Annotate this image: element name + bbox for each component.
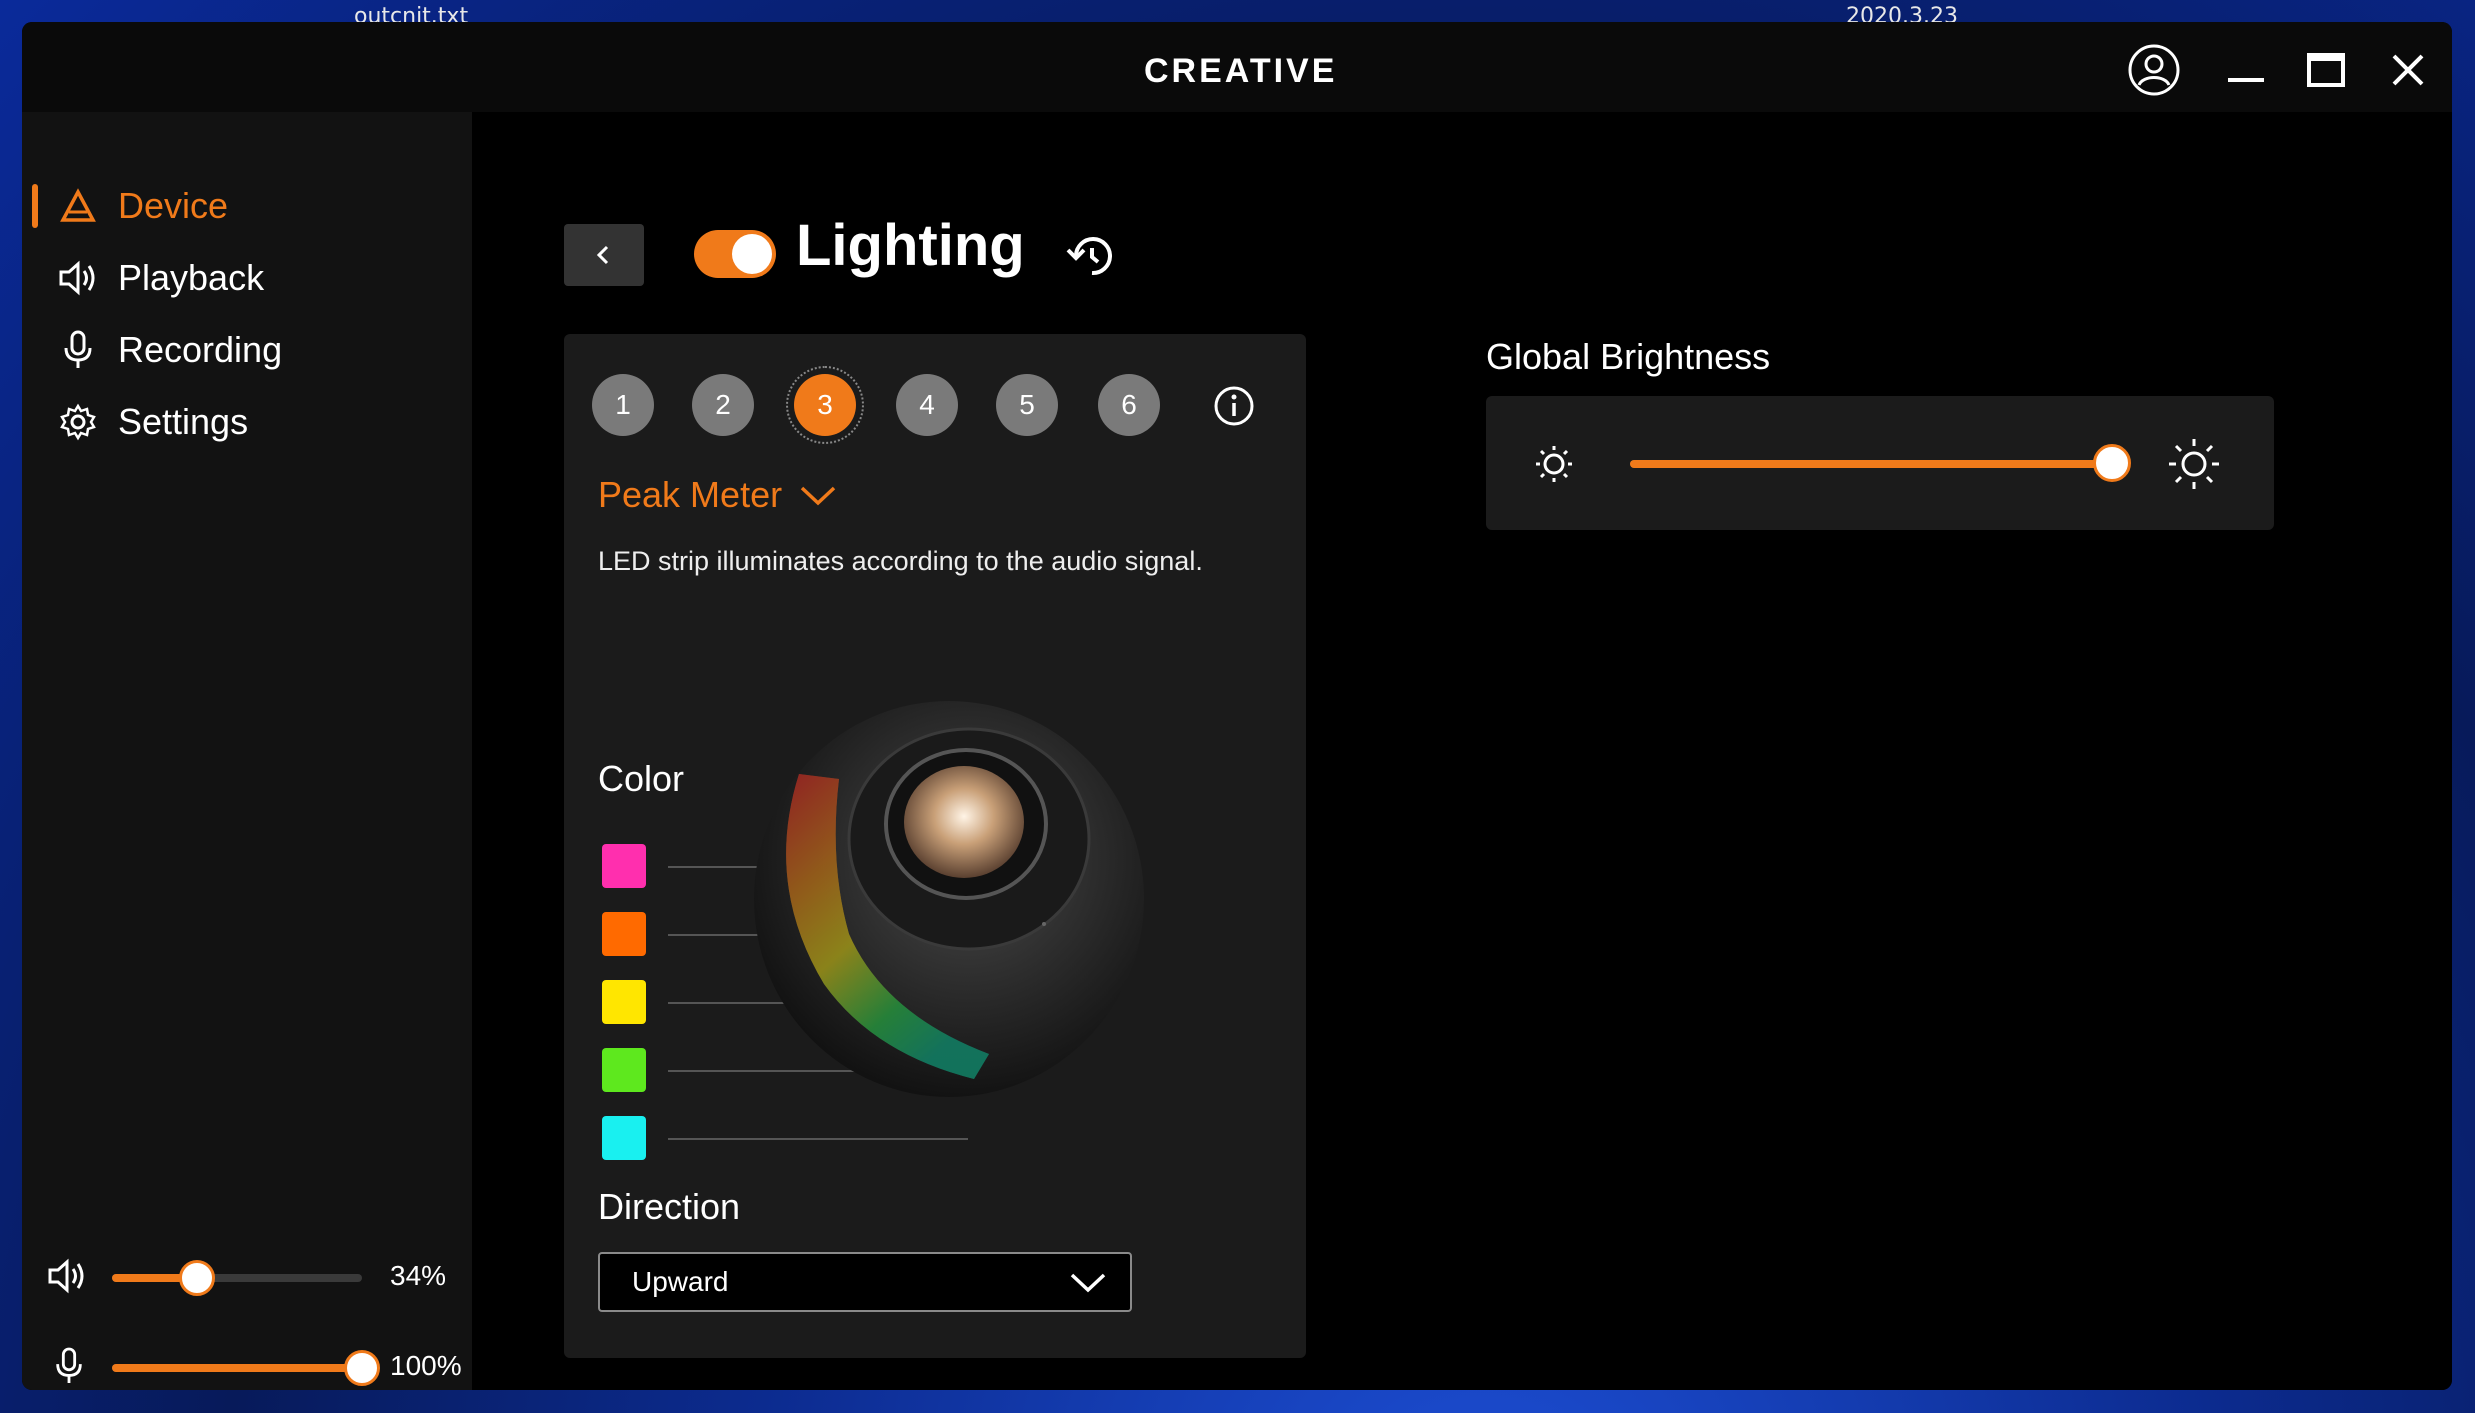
page-title: Lighting: [796, 213, 1025, 278]
brightness-label: Global Brightness: [1486, 336, 1771, 377]
account-button[interactable]: [2126, 42, 2182, 98]
brightness-slider-thumb[interactable]: [2093, 444, 2131, 482]
account-icon: [2128, 44, 2180, 96]
brightness-low-icon: [1536, 446, 1572, 482]
sidebar-item-label: Settings: [118, 401, 249, 442]
reset-icon[interactable]: [1062, 226, 1122, 286]
active-nav-indicator: [32, 184, 38, 228]
lighting-toggle[interactable]: [694, 230, 776, 278]
mic-value: 100%: [390, 1350, 462, 1381]
preset-5[interactable]: 5: [996, 374, 1058, 436]
preset-4[interactable]: 4: [896, 374, 958, 436]
sidebar-item-device[interactable]: Device: [58, 176, 228, 236]
brightness-slider[interactable]: [1630, 444, 2131, 482]
brightness-high-icon: [2169, 439, 2219, 489]
title-bar: CREATIVE: [22, 22, 2452, 112]
close-icon: [2392, 54, 2424, 86]
brand-logo: CREATIVE: [1144, 52, 1338, 90]
chevron-down-icon: [800, 486, 836, 506]
toggle-knob: [732, 234, 772, 274]
color-swatch-5[interactable]: [602, 1116, 646, 1160]
color-swatch-2[interactable]: [602, 912, 646, 956]
effect-label: Peak Meter: [598, 474, 783, 515]
maximize-icon: [2307, 53, 2345, 87]
desktop-clock-date: 2020.3.23: [1846, 4, 1958, 22]
direction-label: Direction: [598, 1186, 741, 1227]
volume-slider[interactable]: [112, 1260, 362, 1296]
speaker-image: [754, 701, 1144, 1097]
mic-level-icon: [52, 1346, 86, 1390]
mic-slider-fill: [112, 1364, 362, 1372]
sidebar-item-settings[interactable]: Settings: [58, 392, 248, 452]
gear-icon: [58, 402, 98, 442]
volume-value: 34%: [390, 1260, 447, 1291]
sidebar-item-label: Device: [118, 185, 229, 226]
direction-select-value: Upward: [632, 1266, 729, 1297]
device-icon: [58, 186, 98, 226]
maximize-button[interactable]: [2298, 42, 2354, 98]
microphone-icon: [58, 330, 98, 370]
main-content: Lighting 1 2 3 4 5 6 Peak Meter LED stri…: [472, 112, 2452, 1390]
desktop-file-label: outcnit.txt: [354, 4, 469, 22]
volume-slider-thumb[interactable]: [179, 1260, 215, 1296]
preset-2[interactable]: 2: [692, 374, 754, 436]
color-swatch-3[interactable]: [602, 980, 646, 1024]
sidebar: Device Playback Recording Settings 34% 1…: [22, 112, 472, 1390]
effect-description: LED strip illuminates according to the a…: [598, 546, 1203, 576]
app-window: CREATIVE Device Playback Recording Setti…: [22, 22, 2452, 1390]
preset-6[interactable]: 6: [1098, 374, 1160, 436]
back-button[interactable]: [564, 224, 644, 286]
sidebar-item-playback[interactable]: Playback: [58, 248, 264, 308]
color-label: Color: [598, 758, 685, 799]
color-swatch-1[interactable]: [602, 844, 646, 888]
sidebar-item-label: Recording: [118, 329, 283, 370]
brightness-panel: [1486, 396, 2274, 530]
minimize-icon: [2228, 78, 2264, 82]
mic-slider-thumb[interactable]: [344, 1350, 380, 1386]
minimize-button[interactable]: [2218, 42, 2274, 98]
effect-dropdown[interactable]: Peak Meter: [598, 474, 838, 516]
preset-3[interactable]: 3: [786, 366, 864, 444]
preset-1[interactable]: 1: [592, 374, 654, 436]
close-button[interactable]: [2380, 42, 2436, 98]
lighting-panel: 1 2 3 4 5 6 Peak Meter LED strip illumin…: [564, 334, 1306, 1358]
leader-line: [668, 1138, 968, 1140]
speaker-icon: [58, 258, 98, 298]
mic-slider[interactable]: [112, 1350, 380, 1386]
direction-select[interactable]: Upward: [598, 1252, 1132, 1312]
volume-icon: [46, 1258, 88, 1298]
info-icon[interactable]: [1212, 384, 1256, 428]
chevron-down-icon: [1070, 1273, 1106, 1293]
sidebar-item-label: Playback: [118, 257, 265, 298]
chevron-left-icon: [596, 245, 609, 265]
sidebar-item-recording[interactable]: Recording: [58, 320, 282, 380]
brightness-slider-fill: [1630, 460, 2112, 468]
color-swatch-4[interactable]: [602, 1048, 646, 1092]
